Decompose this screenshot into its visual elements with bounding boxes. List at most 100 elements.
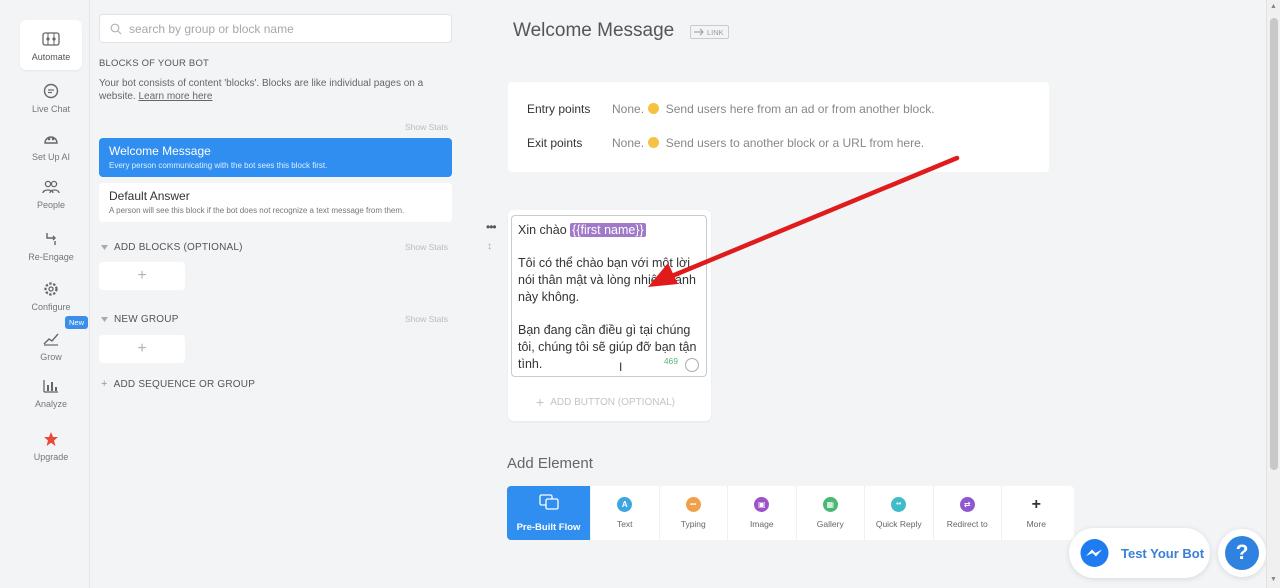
nav-label: Automate bbox=[31, 51, 71, 62]
typing-icon: ••• bbox=[685, 497, 701, 512]
message-line: Tôi có thể chào bạn với một lời nói thân… bbox=[518, 256, 696, 304]
quick-reply-icon: •• bbox=[891, 497, 907, 512]
add-button-option[interactable]: + ADD BUTTON (OPTIONAL) bbox=[536, 394, 675, 410]
nav-people[interactable]: People bbox=[20, 168, 82, 218]
group-new-group[interactable]: NEW GROUP bbox=[101, 314, 179, 325]
card-menu-icon[interactable]: ••• bbox=[486, 220, 497, 234]
show-stats-toggle[interactable]: Show Stats bbox=[405, 122, 448, 132]
element-label: More bbox=[1026, 519, 1046, 529]
nav-automate[interactable]: Automate bbox=[20, 20, 82, 70]
element-text[interactable]: A Text bbox=[591, 486, 660, 540]
entry-exit-card: Entry points None. Send users here from … bbox=[508, 82, 1049, 172]
element-label: Text bbox=[616, 519, 633, 529]
automate-icon bbox=[41, 29, 61, 49]
first-name-tag[interactable]: {{first name}} bbox=[570, 223, 646, 237]
link-button[interactable]: LINK bbox=[690, 25, 729, 39]
page-title: Welcome Message bbox=[513, 20, 675, 41]
element-label: Typing bbox=[680, 519, 706, 529]
redirect-icon: ⇄ bbox=[959, 497, 975, 512]
star-icon bbox=[41, 429, 61, 449]
search-icon bbox=[110, 23, 122, 34]
element-label: Pre-Built Flow bbox=[516, 521, 581, 533]
left-nav: Automate Live Chat Set Up AI People Re-E… bbox=[0, 0, 90, 588]
chat-icon bbox=[41, 81, 61, 101]
smile-icon bbox=[648, 137, 660, 148]
block-subtitle: A person will see this block if the bot … bbox=[109, 206, 405, 215]
element-toolbar: Pre-Built Flow A Text ••• Typing ▣ Image… bbox=[507, 486, 1074, 540]
nav-upgrade[interactable]: Upgrade bbox=[20, 420, 82, 470]
reengage-icon bbox=[41, 229, 61, 249]
entry-points-label: Entry points bbox=[527, 102, 591, 116]
messenger-icon bbox=[1080, 538, 1109, 567]
nav-setup-ai[interactable]: Set Up AI bbox=[20, 120, 82, 170]
nav-label: Set Up AI bbox=[31, 151, 71, 162]
nav-re-engage[interactable]: Re-Engage bbox=[20, 220, 82, 270]
nav-analyze[interactable]: Analyze bbox=[20, 367, 82, 417]
nav-grow[interactable]: Grow bbox=[20, 320, 82, 370]
block-welcome-message[interactable]: Welcome Message Every person communicati… bbox=[99, 138, 452, 177]
learn-more-link[interactable]: Learn more here bbox=[138, 91, 212, 102]
link-arrow-icon bbox=[694, 28, 704, 36]
blocks-description: Your bot consists of content 'blocks'. B… bbox=[99, 77, 449, 103]
nav-configure[interactable]: Configure bbox=[20, 270, 82, 320]
scroll-up-icon[interactable]: ▲ bbox=[1270, 3, 1277, 10]
add-button-label: ADD BUTTON (OPTIONAL) bbox=[550, 396, 676, 408]
element-typing[interactable]: ••• Typing bbox=[660, 486, 728, 540]
plus-icon: + bbox=[1031, 495, 1041, 513]
add-element-title: Add Element bbox=[507, 455, 593, 472]
grow-icon bbox=[41, 329, 61, 349]
add-block-button[interactable]: + bbox=[99, 262, 185, 290]
element-prebuilt-flow[interactable]: Pre-Built Flow bbox=[507, 486, 591, 540]
block-title: Welcome Message bbox=[109, 144, 211, 158]
blocks-panel: BLOCKS OF YOUR BOT Your bot consists of … bbox=[91, 0, 471, 588]
test-your-bot-button[interactable]: Test Your Bot bbox=[1069, 528, 1210, 578]
group-label: ADD BLOCKS (OPTIONAL) bbox=[114, 242, 243, 253]
ai-icon bbox=[41, 129, 61, 149]
exit-none: None. bbox=[612, 136, 645, 150]
message-textarea[interactable]: Xin chào {{first name}} Tôi có thể chào … bbox=[511, 215, 707, 377]
plus-icon: + bbox=[536, 394, 545, 410]
search-input[interactable] bbox=[129, 21, 429, 36]
element-image[interactable]: ▣ Image bbox=[728, 486, 797, 540]
help-icon: ? bbox=[1225, 536, 1259, 570]
scrollbar[interactable]: ▲ ▼ bbox=[1266, 0, 1280, 588]
nav-live-chat[interactable]: Live Chat bbox=[20, 72, 82, 122]
element-label: Gallery bbox=[816, 519, 844, 529]
add-sequence-label: ADD SEQUENCE OR GROUP bbox=[113, 378, 256, 390]
nav-label: People bbox=[36, 199, 66, 210]
element-label: Image bbox=[749, 519, 774, 529]
group-add-blocks[interactable]: ADD BLOCKS (OPTIONAL) bbox=[101, 242, 243, 253]
element-redirect[interactable]: ⇄ Redirect to bbox=[934, 486, 1002, 540]
nav-label: Upgrade bbox=[33, 451, 69, 462]
image-icon: ▣ bbox=[754, 497, 770, 512]
smile-icon bbox=[648, 103, 660, 114]
nav-label: Live Chat bbox=[31, 103, 71, 114]
add-sequence-or-group[interactable]: + ADD SEQUENCE OR GROUP bbox=[101, 378, 255, 390]
element-label: Redirect to bbox=[946, 519, 988, 529]
plus-icon: + bbox=[101, 378, 108, 390]
link-label: LINK bbox=[707, 27, 724, 37]
caret-down-icon bbox=[101, 245, 108, 250]
scroll-down-icon[interactable]: ▼ bbox=[1270, 576, 1277, 583]
element-label: Quick Reply bbox=[875, 519, 922, 529]
search-bar bbox=[99, 14, 452, 43]
exit-points-value: None. Send users to another block or a U… bbox=[612, 136, 924, 150]
section-title: BLOCKS OF YOUR BOT bbox=[99, 58, 210, 69]
show-stats-toggle[interactable]: Show Stats bbox=[405, 242, 448, 252]
gear-icon bbox=[41, 279, 61, 299]
entry-points-value: None. Send users here from an ad or from… bbox=[612, 102, 935, 116]
chart-icon bbox=[41, 376, 61, 396]
element-gallery[interactable]: ▦ Gallery bbox=[797, 486, 865, 540]
element-quick-reply[interactable]: •• Quick Reply bbox=[865, 486, 934, 540]
add-block-button[interactable]: + bbox=[99, 335, 185, 363]
main-editor: Welcome Message LINK Entry points None. … bbox=[472, 0, 1266, 588]
gallery-icon: ▦ bbox=[822, 497, 838, 512]
drag-handle-icon[interactable]: ↕ bbox=[487, 241, 492, 252]
scrollbar-thumb[interactable] bbox=[1270, 18, 1278, 470]
show-stats-toggle[interactable]: Show Stats bbox=[405, 314, 448, 324]
emoji-icon[interactable] bbox=[685, 358, 699, 372]
block-default-answer[interactable]: Default Answer A person will see this bl… bbox=[99, 183, 452, 222]
help-button[interactable]: ? bbox=[1218, 529, 1266, 577]
test-your-bot-label: Test Your Bot bbox=[1121, 545, 1205, 561]
element-more[interactable]: + More bbox=[1002, 486, 1071, 540]
